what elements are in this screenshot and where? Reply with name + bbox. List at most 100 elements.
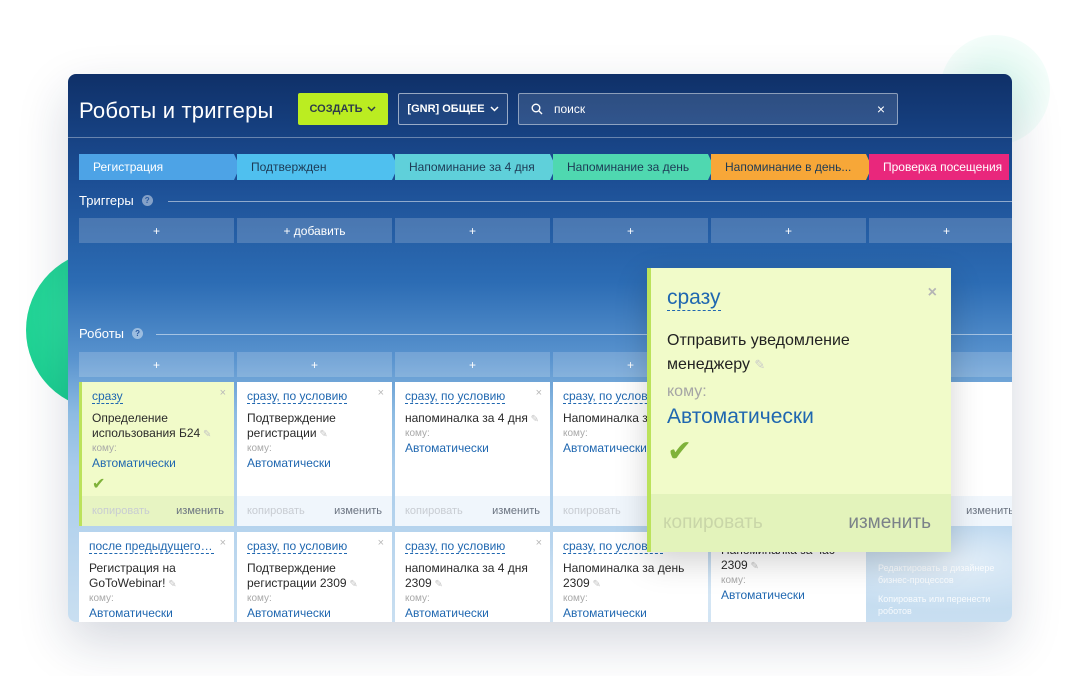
stage-tab-label: Напоминание за день [567,160,690,174]
robot-when-link[interactable]: сразу, по условию [405,539,506,554]
stage-tab-1[interactable]: Регистрация [79,154,240,180]
create-button-label: СОЗДАТЬ [309,103,363,115]
edit-button[interactable]: изменить [492,505,540,517]
add-trigger-plus[interactable]: + [711,218,866,243]
robot-to-label: кому: [563,593,588,604]
popup-footer: копировать изменить [651,494,951,552]
menu-item-edit-in-designer[interactable]: Редактировать в дизайнере бизнес-процесс… [878,562,1008,586]
help-icon[interactable]: ? [141,195,153,206]
robot-when-link[interactable]: после предыдущего, ... [89,539,214,554]
stage-tab-label: Проверка посещения [883,160,1003,174]
popup-copy-button[interactable]: копировать [663,512,763,534]
robot-who-value[interactable]: Автоматически [563,606,698,620]
close-icon[interactable]: × [378,387,384,399]
add-trigger-plus[interactable]: + [395,218,550,243]
robots-heading: Роботы ? [79,326,144,341]
close-icon[interactable]: × [220,537,226,549]
add-robot-plus[interactable]: + [79,352,234,377]
robot-card-footer: копировать изменить [237,496,392,526]
triggers-heading: Триггеры ? [79,193,153,208]
copy-button[interactable]: копировать [92,505,150,517]
robot-to-label: кому: [405,593,430,604]
pencil-icon[interactable]: ✎ [165,579,176,590]
stage-tab-5[interactable]: Напоминание в день... [711,154,872,180]
help-icon[interactable]: ? [132,328,144,339]
robot-card[interactable]: сразу × Определение использования Б24 ✎ ком… [79,382,234,526]
copy-button[interactable]: копировать [247,505,305,517]
context-menu: Редактировать в дизайнере бизнес-процесс… [878,562,1008,622]
robot-who-value[interactable]: Автоматически [247,606,382,620]
robot-name: Определение использования Б24 ✎ [92,411,224,442]
header-divider [68,137,1012,138]
create-button[interactable]: СОЗДАТЬ [298,93,388,125]
robot-to-label: кому: [92,443,117,454]
clear-search-icon[interactable]: × [877,101,885,117]
robot-who-value[interactable]: Автоматически [721,588,856,602]
stage-tab-2[interactable]: Подтвержден [237,154,398,180]
close-icon[interactable]: × [378,537,384,549]
robot-to-label: кому: [247,443,272,454]
pencil-icon[interactable]: ✎ [754,357,765,372]
popup-edit-button[interactable]: изменить [848,512,931,534]
robot-name-text: напоминалка за 4 дня [405,411,528,425]
pencil-icon[interactable]: ✎ [317,429,327,440]
edit-button[interactable]: изменить [966,505,1012,517]
search-input-text: поиск [554,102,586,116]
robot-name-text: Подтверждение регистрации 2309 [247,561,347,590]
add-trigger-plus[interactable]: + [553,218,708,243]
robot-who-value[interactable]: Автоматически [92,456,224,470]
check-icon: ✔ [667,435,693,468]
add-trigger-button[interactable]: + добавить [237,218,392,243]
pencil-icon[interactable]: ✎ [590,579,600,590]
copy-button[interactable]: копировать [405,505,463,517]
add-robot-plus[interactable]: + [395,352,550,377]
robot-when-link[interactable]: сразу, по условию [247,389,348,404]
pipeline-select-label: [GNR] ОБЩЕЕ [407,103,485,115]
robot-who-value[interactable]: Автоматически [405,606,540,620]
close-icon[interactable]: × [536,537,542,549]
chevron-down-icon [490,103,499,115]
stage-tab-label: Подтвержден [251,160,327,174]
stage-bar: Регистрация Подтвержден Напоминание за 4 д… [79,154,1012,180]
search-input[interactable]: поиск × [518,93,898,125]
robot-who-value[interactable]: Автоматически [247,456,382,470]
chevron-down-icon [367,103,377,115]
robot-card[interactable]: сразу, по условию × Подтверждение регистра… [237,382,392,526]
robot-card[interactable]: сразу, по условию × напоминалка за 4 дня 2… [395,532,550,622]
add-trigger-plus[interactable]: + [79,218,234,243]
popup-who-value[interactable]: Автоматически [667,405,935,429]
add-robot-plus[interactable]: + [237,352,392,377]
add-trigger-plus[interactable]: + [869,218,1012,243]
robot-name: Регистрация на GoToWebinar! ✎ [89,561,224,592]
robot-to-label: кому: [247,593,272,604]
stage-tab-6[interactable]: Проверка посещения [869,154,1009,180]
robot-who-value[interactable]: Автоматически [405,441,540,455]
edit-button[interactable]: изменить [334,505,382,517]
close-icon[interactable]: × [928,284,937,302]
robot-popup-card: сразу × Отправить уведомление менеджеру … [647,268,951,552]
robot-when-link[interactable]: сразу, по условию [247,539,348,554]
pipeline-select[interactable]: [GNR] ОБЩЕЕ [398,93,508,125]
robot-card[interactable]: сразу, по условию × напоминалка за 4 дня ✎… [395,382,550,526]
close-icon[interactable]: × [220,387,226,399]
popup-when-link[interactable]: сразу [667,286,721,311]
edit-button[interactable]: изменить [176,505,224,517]
robot-when-link[interactable]: сразу [92,389,123,404]
pencil-icon[interactable]: ✎ [748,561,758,572]
robot-card[interactable]: после предыдущего, ... × Регистрация на Go… [79,532,234,622]
menu-item-copy-robots[interactable]: Копировать или перенести роботов [878,593,1008,617]
pencil-icon[interactable]: ✎ [432,579,442,590]
close-icon[interactable]: × [536,387,542,399]
robot-who-value[interactable]: Автоматически [89,606,224,620]
pencil-icon[interactable]: ✎ [347,579,357,590]
pencil-icon[interactable]: ✎ [200,429,211,440]
robot-name-text: Регистрация на GoToWebinar! [89,561,176,590]
robot-card[interactable]: сразу, по условию × Подтверждение регистра… [237,532,392,622]
pencil-icon[interactable]: ✎ [528,414,539,425]
stage-tab-3[interactable]: Напоминание за 4 дня [395,154,556,180]
stage-tab-4[interactable]: Напоминание за день [553,154,714,180]
popup-to-label: кому: [667,383,707,400]
copy-button[interactable]: копировать [563,505,621,517]
stage-tab-label: Регистрация [93,160,164,174]
robot-when-link[interactable]: сразу, по условию [405,389,506,404]
